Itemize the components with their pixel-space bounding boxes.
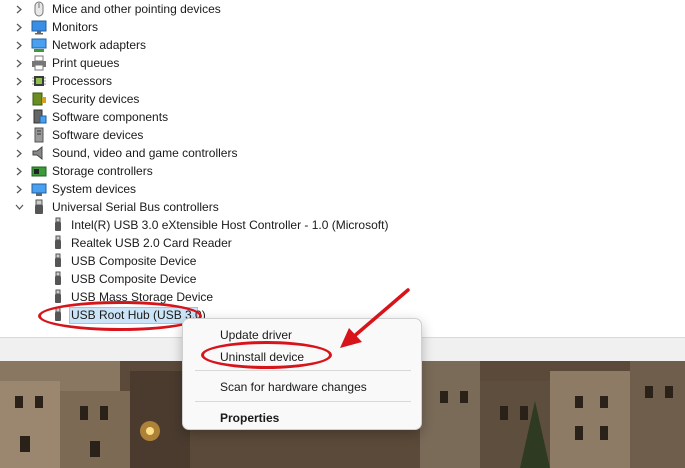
tree-item-label: Print queues: [52, 56, 120, 70]
chevron-right-icon[interactable]: [14, 126, 24, 144]
menu-separator: [195, 401, 411, 402]
tree-item-label: Software components: [52, 110, 169, 124]
software-device-icon: [31, 127, 47, 143]
system-device-icon: [31, 181, 47, 197]
usb-controller-icon: [31, 199, 47, 215]
storage-controller-icon: [31, 163, 47, 179]
usb-plug-icon: [50, 253, 66, 269]
processor-icon: [31, 73, 47, 89]
device-tree: Mice and other pointing devices Monitors…: [0, 0, 685, 337]
chevron-right-icon[interactable]: [14, 72, 24, 90]
chevron-right-icon[interactable]: [14, 0, 24, 18]
annotation-ellipse: [201, 341, 332, 369]
chevron-right-icon[interactable]: [14, 18, 24, 36]
chevron-right-icon[interactable]: [14, 162, 24, 180]
speaker-icon: [31, 145, 47, 161]
chevron-down-icon[interactable]: [14, 198, 24, 216]
tree-item-label: USB Composite Device: [71, 254, 197, 268]
chevron-right-icon[interactable]: [14, 144, 24, 162]
tree-item-label: Realtek USB 2.0 Card Reader: [71, 236, 232, 250]
software-component-icon: [31, 109, 47, 125]
tree-item-label: Processors: [52, 74, 113, 88]
tree-item-label: Mice and other pointing devices: [52, 2, 221, 16]
mouse-icon: [31, 1, 47, 17]
tree-item-label: Security devices: [52, 92, 140, 106]
annotation-ellipse: [38, 301, 202, 331]
network-adapter-icon: [31, 37, 47, 53]
menu-item-properties[interactable]: Properties: [220, 411, 279, 425]
printer-icon: [31, 55, 47, 71]
tree-item-label: Storage controllers: [52, 164, 153, 178]
menu-separator: [195, 370, 411, 371]
chevron-right-icon[interactable]: [14, 108, 24, 126]
usb-plug-icon: [50, 217, 66, 233]
usb-plug-icon: [50, 235, 66, 251]
usb-plug-icon: [50, 289, 66, 305]
tree-item-label: Intel(R) USB 3.0 eXtensible Host Control…: [71, 218, 389, 232]
tree-item-label: USB Composite Device: [71, 272, 197, 286]
usb-plug-icon: [50, 271, 66, 287]
chevron-right-icon[interactable]: [14, 90, 24, 108]
chevron-right-icon[interactable]: [14, 180, 24, 198]
tree-item-label: Network adapters: [52, 38, 147, 52]
chevron-right-icon[interactable]: [14, 36, 24, 54]
tree-item-label: Monitors: [52, 20, 99, 34]
menu-item-scan-hardware[interactable]: Scan for hardware changes: [220, 380, 367, 394]
context-menu: Update driver Uninstall device Scan for …: [182, 318, 422, 430]
monitor-icon: [31, 19, 47, 35]
tree-item-label: Universal Serial Bus controllers: [52, 200, 219, 214]
tree-item-label: Sound, video and game controllers: [52, 146, 238, 160]
tree-item-label: System devices: [52, 182, 137, 196]
menu-item-update-driver[interactable]: Update driver: [220, 328, 292, 342]
chevron-right-icon[interactable]: [14, 54, 24, 72]
tree-item-label: Software devices: [52, 128, 144, 142]
security-device-icon: [31, 91, 47, 107]
